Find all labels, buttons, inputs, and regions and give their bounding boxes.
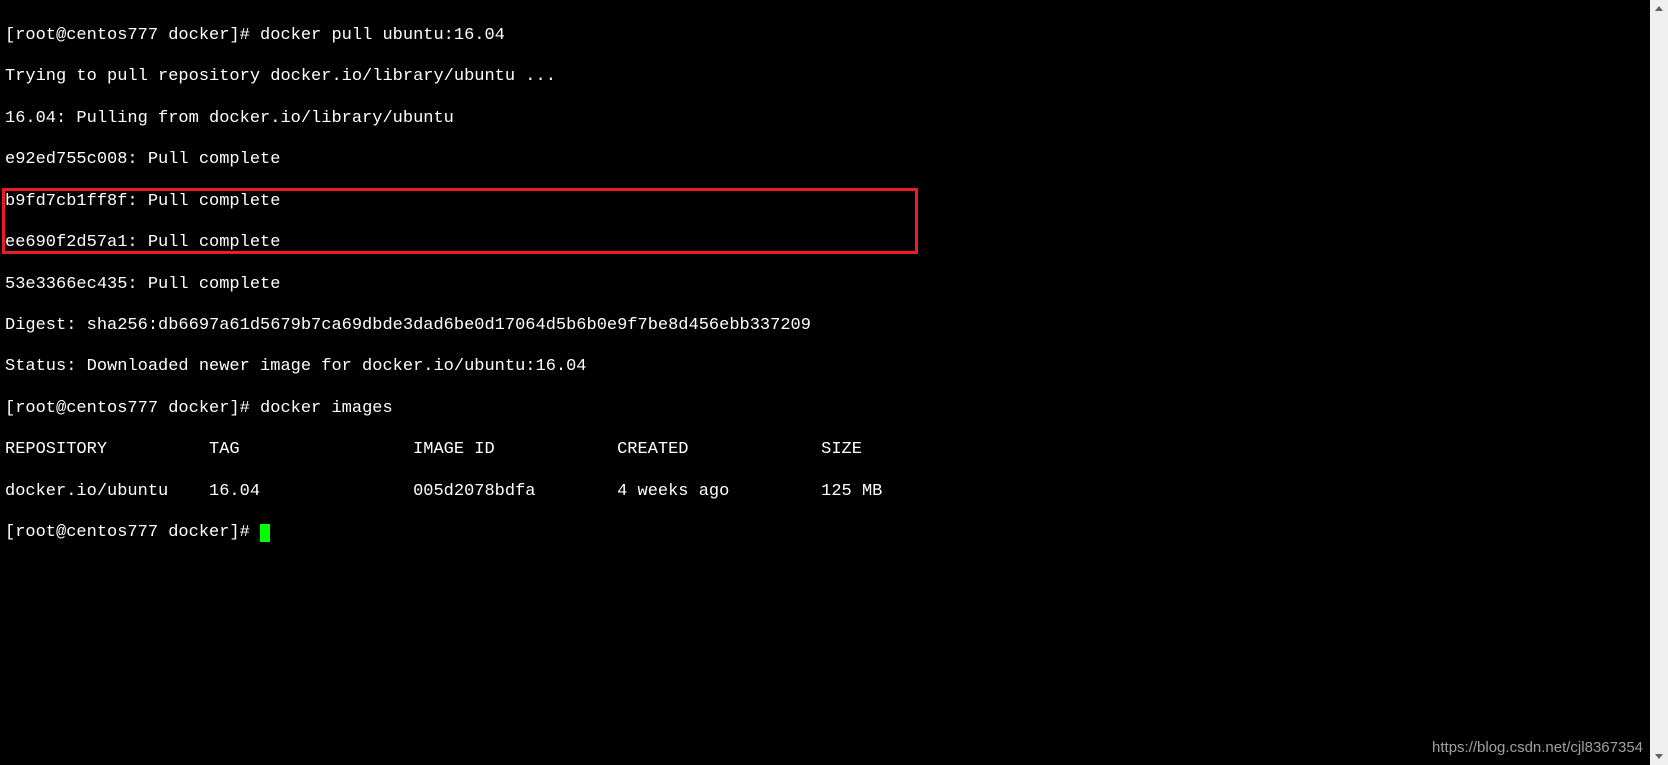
terminal-line: Digest: sha256:db6697a61d5679b7ca69dbde3… — [5, 316, 1541, 337]
shell-prompt: [root@centos777 docker]# — [5, 399, 260, 418]
scrollbar[interactable] — [1650, 0, 1668, 765]
terminal-output[interactable]: [root@centos777 docker]# docker pull ubu… — [0, 0, 1546, 765]
cursor — [260, 524, 270, 542]
shell-prompt: [root@centos777 docker]# — [5, 523, 260, 542]
terminal-line: [root@centos777 docker]# docker images — [5, 399, 1541, 420]
terminal-line: 53e3366ec435: Pull complete — [5, 275, 1541, 296]
shell-prompt: [root@centos777 docker]# — [5, 26, 260, 45]
command-text: docker pull ubuntu:16.04 — [260, 26, 505, 45]
terminal-line: [root@centos777 docker]# — [5, 523, 1541, 544]
scroll-up-arrow[interactable] — [1650, 0, 1668, 18]
scroll-down-arrow[interactable] — [1650, 747, 1668, 765]
terminal-line: [root@centos777 docker]# docker pull ubu… — [5, 26, 1541, 47]
watermark-text: https://blog.csdn.net/cjl8367354 — [1432, 739, 1643, 757]
terminal-line: b9fd7cb1ff8f: Pull complete — [5, 192, 1541, 213]
command-text: docker images — [260, 399, 393, 418]
terminal-line: Trying to pull repository docker.io/libr… — [5, 67, 1541, 88]
terminal-line: 16.04: Pulling from docker.io/library/ub… — [5, 109, 1541, 130]
table-header: REPOSITORY TAG IMAGE ID CREATED SIZE — [5, 440, 1541, 461]
terminal-line: Status: Downloaded newer image for docke… — [5, 357, 1541, 378]
terminal-line: ee690f2d57a1: Pull complete — [5, 233, 1541, 254]
table-row: docker.io/ubuntu 16.04 005d2078bdfa 4 we… — [5, 482, 1541, 503]
terminal-line: e92ed755c008: Pull complete — [5, 150, 1541, 171]
